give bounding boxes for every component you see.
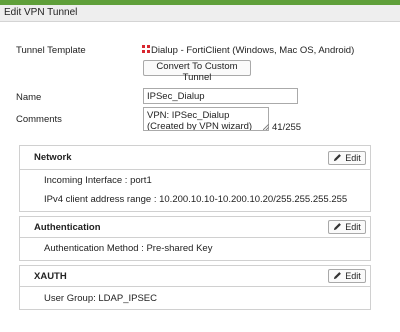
comments-char-counter: 41/255: [272, 122, 302, 133]
pencil-icon: [334, 272, 342, 280]
xauth-section-header: XAUTH Edit: [20, 266, 370, 287]
tunnel-template-value: Dialup - FortiClient (Windows, Mac OS, A…: [151, 45, 355, 56]
authentication-section-header: Authentication Edit: [20, 217, 370, 238]
xauth-section: XAUTH Edit User Group: LDAP_IPSEC: [19, 265, 371, 310]
pencil-icon: [334, 223, 342, 231]
network-section: Network Edit Incoming Interface : port1 …: [19, 145, 371, 212]
fortinet-logo-icon: [142, 45, 150, 53]
network-section-title: Network: [34, 152, 72, 163]
incoming-interface-text: Incoming Interface : port1: [44, 175, 152, 186]
tunnel-template-label: Tunnel Template: [16, 45, 86, 56]
convert-to-custom-tunnel-button[interactable]: Convert To Custom Tunnel: [143, 60, 251, 83]
user-group-text: User Group: LDAP_IPSEC: [44, 293, 157, 304]
xauth-edit-button[interactable]: Edit: [328, 269, 366, 283]
authentication-edit-label: Edit: [345, 222, 361, 232]
network-edit-button[interactable]: Edit: [328, 151, 366, 165]
comments-textarea[interactable]: VPN: IPSec_Dialup (Created by VPN wizard…: [143, 107, 269, 131]
comments-label: Comments: [16, 114, 62, 125]
dialog-title: Edit VPN Tunnel: [4, 7, 78, 18]
name-input[interactable]: [143, 88, 298, 104]
authentication-method-text: Authentication Method : Pre-shared Key: [44, 243, 213, 254]
network-edit-label: Edit: [345, 153, 361, 163]
name-label: Name: [16, 92, 42, 103]
resize-grip-icon[interactable]: [263, 124, 269, 130]
xauth-section-title: XAUTH: [34, 271, 67, 282]
pencil-icon: [334, 154, 342, 162]
dialog-title-bar: Edit VPN Tunnel: [0, 5, 400, 22]
xauth-edit-label: Edit: [345, 271, 361, 281]
network-section-header: Network Edit: [20, 146, 370, 170]
authentication-section-title: Authentication: [34, 222, 101, 233]
ipv4-client-range-text: IPv4 client address range : 10.200.10.10…: [44, 194, 348, 205]
authentication-edit-button[interactable]: Edit: [328, 220, 366, 234]
authentication-section: Authentication Edit Authentication Metho…: [19, 216, 371, 261]
